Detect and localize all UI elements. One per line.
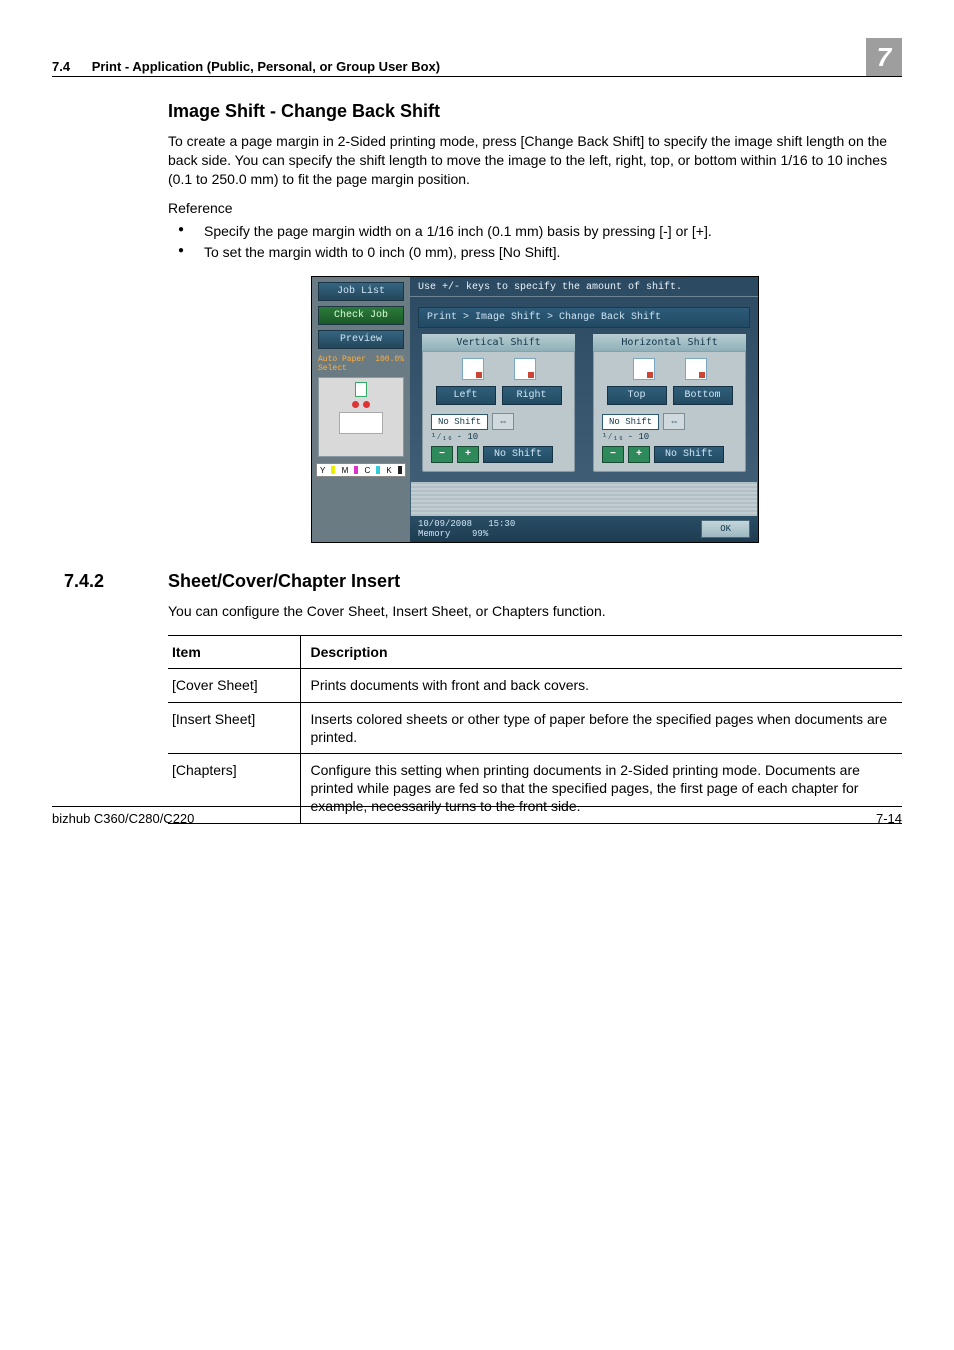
footer-memory-value: 99%: [472, 529, 488, 539]
horizontal-shift-head: Horizontal Shift: [593, 334, 746, 352]
vert-noshift-display: No Shift: [431, 414, 488, 430]
mfp-panel: Job List Check Job Preview Auto Paper Se…: [311, 276, 759, 543]
page-footer: bizhub C360/C280/C220 7-14: [52, 806, 902, 826]
toner-y-bar: [331, 466, 335, 474]
cell-item: [Insert Sheet]: [168, 702, 300, 753]
swap-icon[interactable]: ⇔: [663, 413, 685, 430]
cell-desc: Prints documents with front and back cov…: [300, 669, 902, 702]
item-table: Item Description [Cover Sheet] Prints do…: [168, 635, 902, 823]
horizontal-shift-group: Horizontal Shift Top Bottom No Shift ⇔: [593, 334, 746, 472]
plus-button[interactable]: +: [457, 446, 479, 463]
reference-list: Specify the page margin width on a 1/16 …: [168, 222, 902, 263]
panel-right-column: Use +/- keys to specify the amount of sh…: [410, 277, 758, 542]
shift-right-icon: [514, 358, 536, 380]
header-section-number: 7.4: [52, 59, 70, 74]
shift-bottom-icon: [685, 358, 707, 380]
breadcrumb: Print > Image Shift > Change Back Shift: [418, 307, 750, 328]
panel-left-column: Job List Check Job Preview Auto Paper Se…: [312, 277, 410, 542]
plus-button[interactable]: +: [628, 446, 650, 463]
left-button[interactable]: Left: [436, 386, 496, 405]
toner-k-bar: [398, 466, 402, 474]
ok-button[interactable]: OK: [701, 520, 750, 538]
right-button[interactable]: Right: [502, 386, 562, 405]
toner-c-bar: [376, 466, 380, 474]
dot-icon: [352, 401, 359, 408]
vert-fraction: ¹⁄₁₆: [431, 432, 453, 442]
job-list-button[interactable]: Job List: [318, 282, 404, 301]
section-742-number: 7.4.2: [52, 571, 168, 823]
horiz-noshift-display: No Shift: [602, 414, 659, 430]
shift-left-icon: [462, 358, 484, 380]
shift-top-icon: [633, 358, 655, 380]
footer-left: bizhub C360/C280/C220: [52, 811, 194, 826]
horiz-fraction: ¹⁄₁₆: [602, 432, 624, 442]
th-description: Description: [300, 636, 902, 669]
sheet-thumb-icon: [339, 412, 383, 434]
dot-icon: [363, 401, 370, 408]
vert-noshift-button[interactable]: No Shift: [483, 446, 553, 463]
image-shift-heading: Image Shift - Change Back Shift: [168, 101, 902, 122]
footer-info: 10/09/2008 15:30 Memory 99%: [418, 519, 515, 539]
vert-range: - 10: [457, 432, 479, 442]
image-shift-section: Image Shift - Change Back Shift To creat…: [52, 77, 902, 543]
cell-desc: Inserts colored sheets or other type of …: [300, 702, 902, 753]
page-header: 7.4 Print - Application (Public, Persona…: [52, 38, 902, 77]
check-job-button[interactable]: Check Job: [318, 306, 404, 325]
toner-m-bar: [354, 466, 358, 474]
cell-item: [Cover Sheet]: [168, 669, 300, 702]
section-742-intro: You can configure the Cover Sheet, Inser…: [168, 602, 902, 621]
vertical-shift-head: Vertical Shift: [422, 334, 575, 352]
panel-instruction: Use +/- keys to specify the amount of sh…: [410, 277, 758, 297]
horizontal-icons: [594, 358, 745, 380]
panel-footer: 10/09/2008 15:30 Memory 99% OK: [410, 516, 758, 542]
header-left: 7.4 Print - Application (Public, Persona…: [52, 59, 440, 74]
reference-item: To set the margin width to 0 inch (0 mm)…: [168, 243, 902, 262]
footer-time: 15:30: [488, 519, 515, 529]
reference-item: Specify the page margin width on a 1/16 …: [168, 222, 902, 241]
section-742-heading: Sheet/Cover/Chapter Insert: [168, 571, 902, 592]
status-zoom: 100.0%: [375, 355, 404, 373]
preview-button[interactable]: Preview: [318, 330, 404, 349]
horiz-range: - 10: [628, 432, 650, 442]
preview-thumbnail: [318, 377, 404, 457]
footer-memory-label: Memory: [418, 529, 450, 539]
vertical-icons: [423, 358, 574, 380]
shift-columns: Vertical Shift Left Right No Shift ⇔: [410, 328, 758, 482]
th-item: Item: [168, 636, 300, 669]
bottom-button[interactable]: Bottom: [673, 386, 733, 405]
footer-date: 10/09/2008: [418, 519, 472, 529]
toner-m-label: M: [342, 466, 349, 475]
image-shift-paragraph: To create a page margin in 2-Sided print…: [168, 132, 902, 189]
table-row: [Cover Sheet] Prints documents with fron…: [168, 669, 902, 702]
minus-button[interactable]: −: [431, 446, 453, 463]
toner-levels: Y M C K: [316, 463, 406, 477]
swap-icon[interactable]: ⇔: [492, 413, 514, 430]
vertical-shift-group: Vertical Shift Left Right No Shift ⇔: [422, 334, 575, 472]
section-742: 7.4.2 Sheet/Cover/Chapter Insert You can…: [52, 571, 902, 823]
toner-c-label: C: [364, 466, 370, 475]
table-row: [Insert Sheet] Inserts colored sheets or…: [168, 702, 902, 753]
page-thumb-icon: [355, 382, 367, 397]
chapter-tab: 7: [866, 38, 902, 76]
header-section-title: Print - Application (Public, Personal, o…: [92, 59, 440, 74]
footer-right: 7-14: [876, 811, 902, 826]
status-auto-paper: Auto Paper Select: [318, 355, 375, 373]
reference-label: Reference: [168, 199, 902, 218]
horiz-noshift-button[interactable]: No Shift: [654, 446, 724, 463]
panel-spacer: [411, 482, 757, 516]
minus-button[interactable]: −: [602, 446, 624, 463]
preview-status: Auto Paper Select 100.0%: [314, 355, 408, 373]
toner-y-label: Y: [320, 466, 325, 475]
toner-k-label: K: [386, 466, 391, 475]
top-button[interactable]: Top: [607, 386, 667, 405]
